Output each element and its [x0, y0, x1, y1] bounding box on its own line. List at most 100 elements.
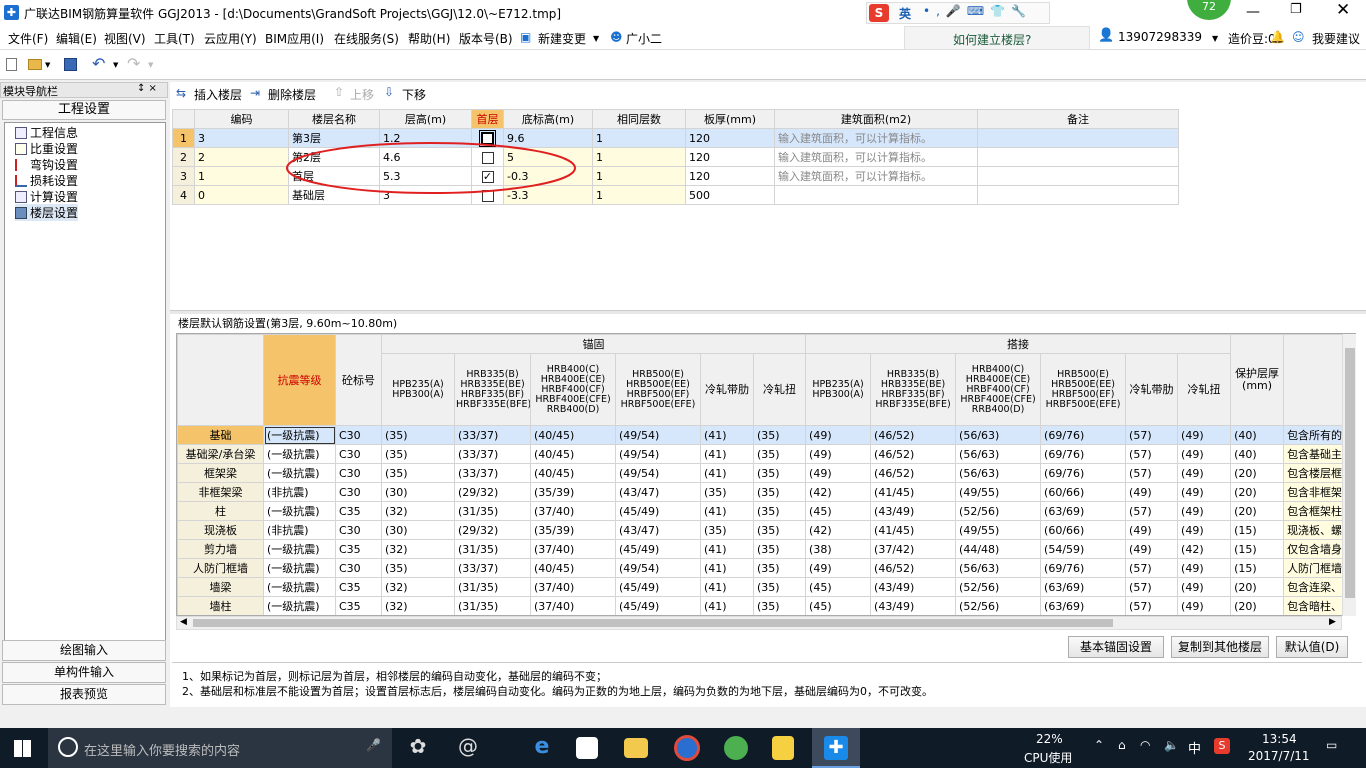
maximize-button[interactable]: ❐	[1290, 2, 1304, 17]
close-button[interactable]: ✕	[1336, 0, 1352, 20]
ggj-app-icon[interactable]: ✚	[812, 728, 860, 768]
menu-bim[interactable]: BIM应用(I)	[265, 30, 324, 47]
notes-app-icon[interactable]	[772, 736, 794, 760]
table-row[interactable]: 现浇板 (非抗震) C30 (30) (29/32) (35/39) (43/47) (35)…	[177, 520, 1351, 540]
ime-indicator[interactable]: 中	[1188, 738, 1201, 757]
rebar-cell[interactable]: (49)	[1125, 482, 1179, 502]
rebar-cell[interactable]: (35)	[752, 501, 807, 521]
rebar-cell[interactable]: (一级抗震)	[263, 501, 336, 521]
rebar-cell[interactable]: (45)	[805, 501, 872, 521]
rebar-cell[interactable]: (57)	[1125, 444, 1179, 464]
rebar-cell[interactable]: (57)	[1125, 425, 1179, 445]
cell-remark[interactable]	[977, 166, 1179, 186]
wifi-icon[interactable]: ◠	[1140, 738, 1150, 752]
rebar-cell[interactable]: (33/37)	[454, 463, 531, 483]
rebar-cell[interactable]: (41/45)	[870, 520, 957, 540]
col-slab-thick[interactable]: 板厚(mm)	[685, 109, 775, 129]
rebar-cell[interactable]: (33/37)	[454, 444, 531, 464]
col-first-floor[interactable]: 首层	[471, 109, 504, 129]
rebar-cell[interactable]: (一级抗震)	[263, 463, 336, 483]
cell-thick[interactable]: 120	[685, 128, 775, 148]
rebar-cell[interactable]: (49)	[805, 444, 872, 464]
rebar-cell[interactable]: (49)	[805, 463, 872, 483]
tray-chevron-icon[interactable]: ⌃	[1094, 738, 1104, 752]
rebar-cell[interactable]: (40/45)	[530, 444, 616, 464]
rebar-cell[interactable]: (45/49)	[615, 501, 701, 521]
clock-date[interactable]: 2017/7/11	[1248, 749, 1310, 763]
rebar-cell[interactable]: C35	[335, 539, 382, 559]
rebar-cell[interactable]: (30)	[381, 482, 455, 502]
menu-help[interactable]: 帮助(H)	[408, 30, 450, 47]
rebar-cell[interactable]: (41)	[700, 558, 754, 578]
table-row[interactable]: 基础梁/承台梁 (一级抗震) C30 (35) (33/37) (40/45) (49/54…	[177, 444, 1351, 464]
rebar-cell[interactable]: 包含楼层框	[1283, 463, 1351, 483]
delete-floor-button[interactable]: 删除楼层	[268, 86, 316, 103]
notification-icon[interactable]: ▭	[1326, 738, 1337, 752]
menu-view[interactable]: 视图(V)	[104, 30, 146, 47]
rebar-vscroll[interactable]	[1342, 334, 1356, 616]
rebar-cell[interactable]: (42)	[805, 520, 872, 540]
lap-grade-a[interactable]: HPB235(A) HPB300(A)	[805, 353, 872, 426]
cell-code[interactable]: 0	[194, 185, 289, 205]
rebar-cell[interactable]: (45/49)	[615, 596, 701, 615]
menu-tools[interactable]: 工具(T)	[154, 30, 195, 47]
rebar-cell[interactable]: (42)	[1177, 539, 1232, 559]
nav-bottom-report[interactable]: 报表预览	[2, 684, 166, 705]
rebar-cell[interactable]: (49)	[1177, 577, 1232, 597]
rebar-cell[interactable]: (35)	[752, 520, 807, 540]
rebar-cell[interactable]: (38)	[805, 539, 872, 559]
rebar-cell[interactable]: (33/37)	[454, 425, 531, 445]
menu-cloud[interactable]: 云应用(Y)	[204, 30, 257, 47]
rebar-cell[interactable]: (41)	[700, 501, 754, 521]
cell-same[interactable]: 1	[592, 166, 686, 186]
rebar-cell[interactable]: (非抗震)	[263, 520, 336, 540]
rebar-cell[interactable]: C30	[335, 520, 382, 540]
rebar-cell[interactable]: (35)	[381, 444, 455, 464]
rebar-cell[interactable]: 包含框架柱	[1283, 501, 1351, 521]
account-coins[interactable]: 造价豆:0	[1228, 30, 1276, 47]
basic-anchor-button[interactable]: 基本锚固设置	[1068, 636, 1164, 658]
cell-thick[interactable]: 500	[685, 185, 775, 205]
anchor-cold-twisted[interactable]: 冷轧扭	[752, 353, 807, 426]
rebar-cell[interactable]: (63/69)	[1040, 501, 1127, 521]
rebar-cell[interactable]: (46/52)	[870, 558, 957, 578]
menu-file[interactable]: 文件(F)	[8, 30, 48, 47]
rebar-hscroll[interactable]: ◀ ▶	[176, 616, 1342, 630]
rebar-cell[interactable]: (57)	[1125, 501, 1179, 521]
rebar-cell[interactable]: (31/35)	[454, 539, 531, 559]
chevron-down-icon[interactable]: ▼	[593, 34, 599, 43]
rebar-cell[interactable]: (35)	[752, 444, 807, 464]
copy-to-floors-button[interactable]: 复制到其他楼层	[1171, 636, 1269, 658]
rebar-cell[interactable]: (49)	[1177, 501, 1232, 521]
nav-item-hook[interactable]: 弯钩设置	[15, 156, 78, 173]
rebar-cell[interactable]: (非抗震)	[263, 482, 336, 502]
taskbar-search[interactable]: 在这里输入你要搜索的内容 🎤	[48, 728, 392, 768]
ime-mode-label[interactable]: 英	[899, 5, 911, 22]
rebar-cell[interactable]: (40/45)	[530, 463, 616, 483]
rebar-cell[interactable]: (35)	[381, 463, 455, 483]
new-file-icon[interactable]	[6, 58, 17, 71]
rebar-cell[interactable]: (63/69)	[1040, 577, 1127, 597]
bell-icon[interactable]: 🔔	[1270, 30, 1285, 44]
rebar-cell[interactable]: C35	[335, 596, 382, 615]
store-icon[interactable]	[576, 737, 598, 759]
rebar-cell[interactable]: (43/49)	[870, 501, 957, 521]
rebar-cell[interactable]: (35)	[752, 482, 807, 502]
rebar-cell[interactable]: (69/76)	[1040, 558, 1127, 578]
rebar-cell[interactable]: (52/56)	[955, 501, 1042, 521]
anchor-cold-rolled-ribbed[interactable]: 冷轧带肋	[700, 353, 754, 426]
rebar-cell[interactable]: (37/40)	[530, 539, 616, 559]
cell-remark[interactable]	[977, 128, 1179, 148]
cell-thick[interactable]: 120	[685, 166, 775, 186]
browser-icon[interactable]	[674, 735, 700, 761]
menu-online[interactable]: 在线服务(S)	[334, 30, 399, 47]
rebar-cell[interactable]: (32)	[381, 577, 455, 597]
rebar-cell[interactable]: (49)	[1177, 558, 1232, 578]
rebar-cell[interactable]: (33/37)	[454, 558, 531, 578]
open-folder-icon[interactable]	[28, 59, 42, 70]
scroll-thumb[interactable]	[1345, 348, 1355, 598]
chevron-down-icon[interactable]: ▼	[1212, 34, 1218, 43]
chevron-down-icon[interactable]: ▼	[148, 61, 153, 69]
lap-cold-rolled-ribbed[interactable]: 冷轧带肋	[1125, 353, 1179, 426]
rebar-cell[interactable]: (35)	[752, 577, 807, 597]
